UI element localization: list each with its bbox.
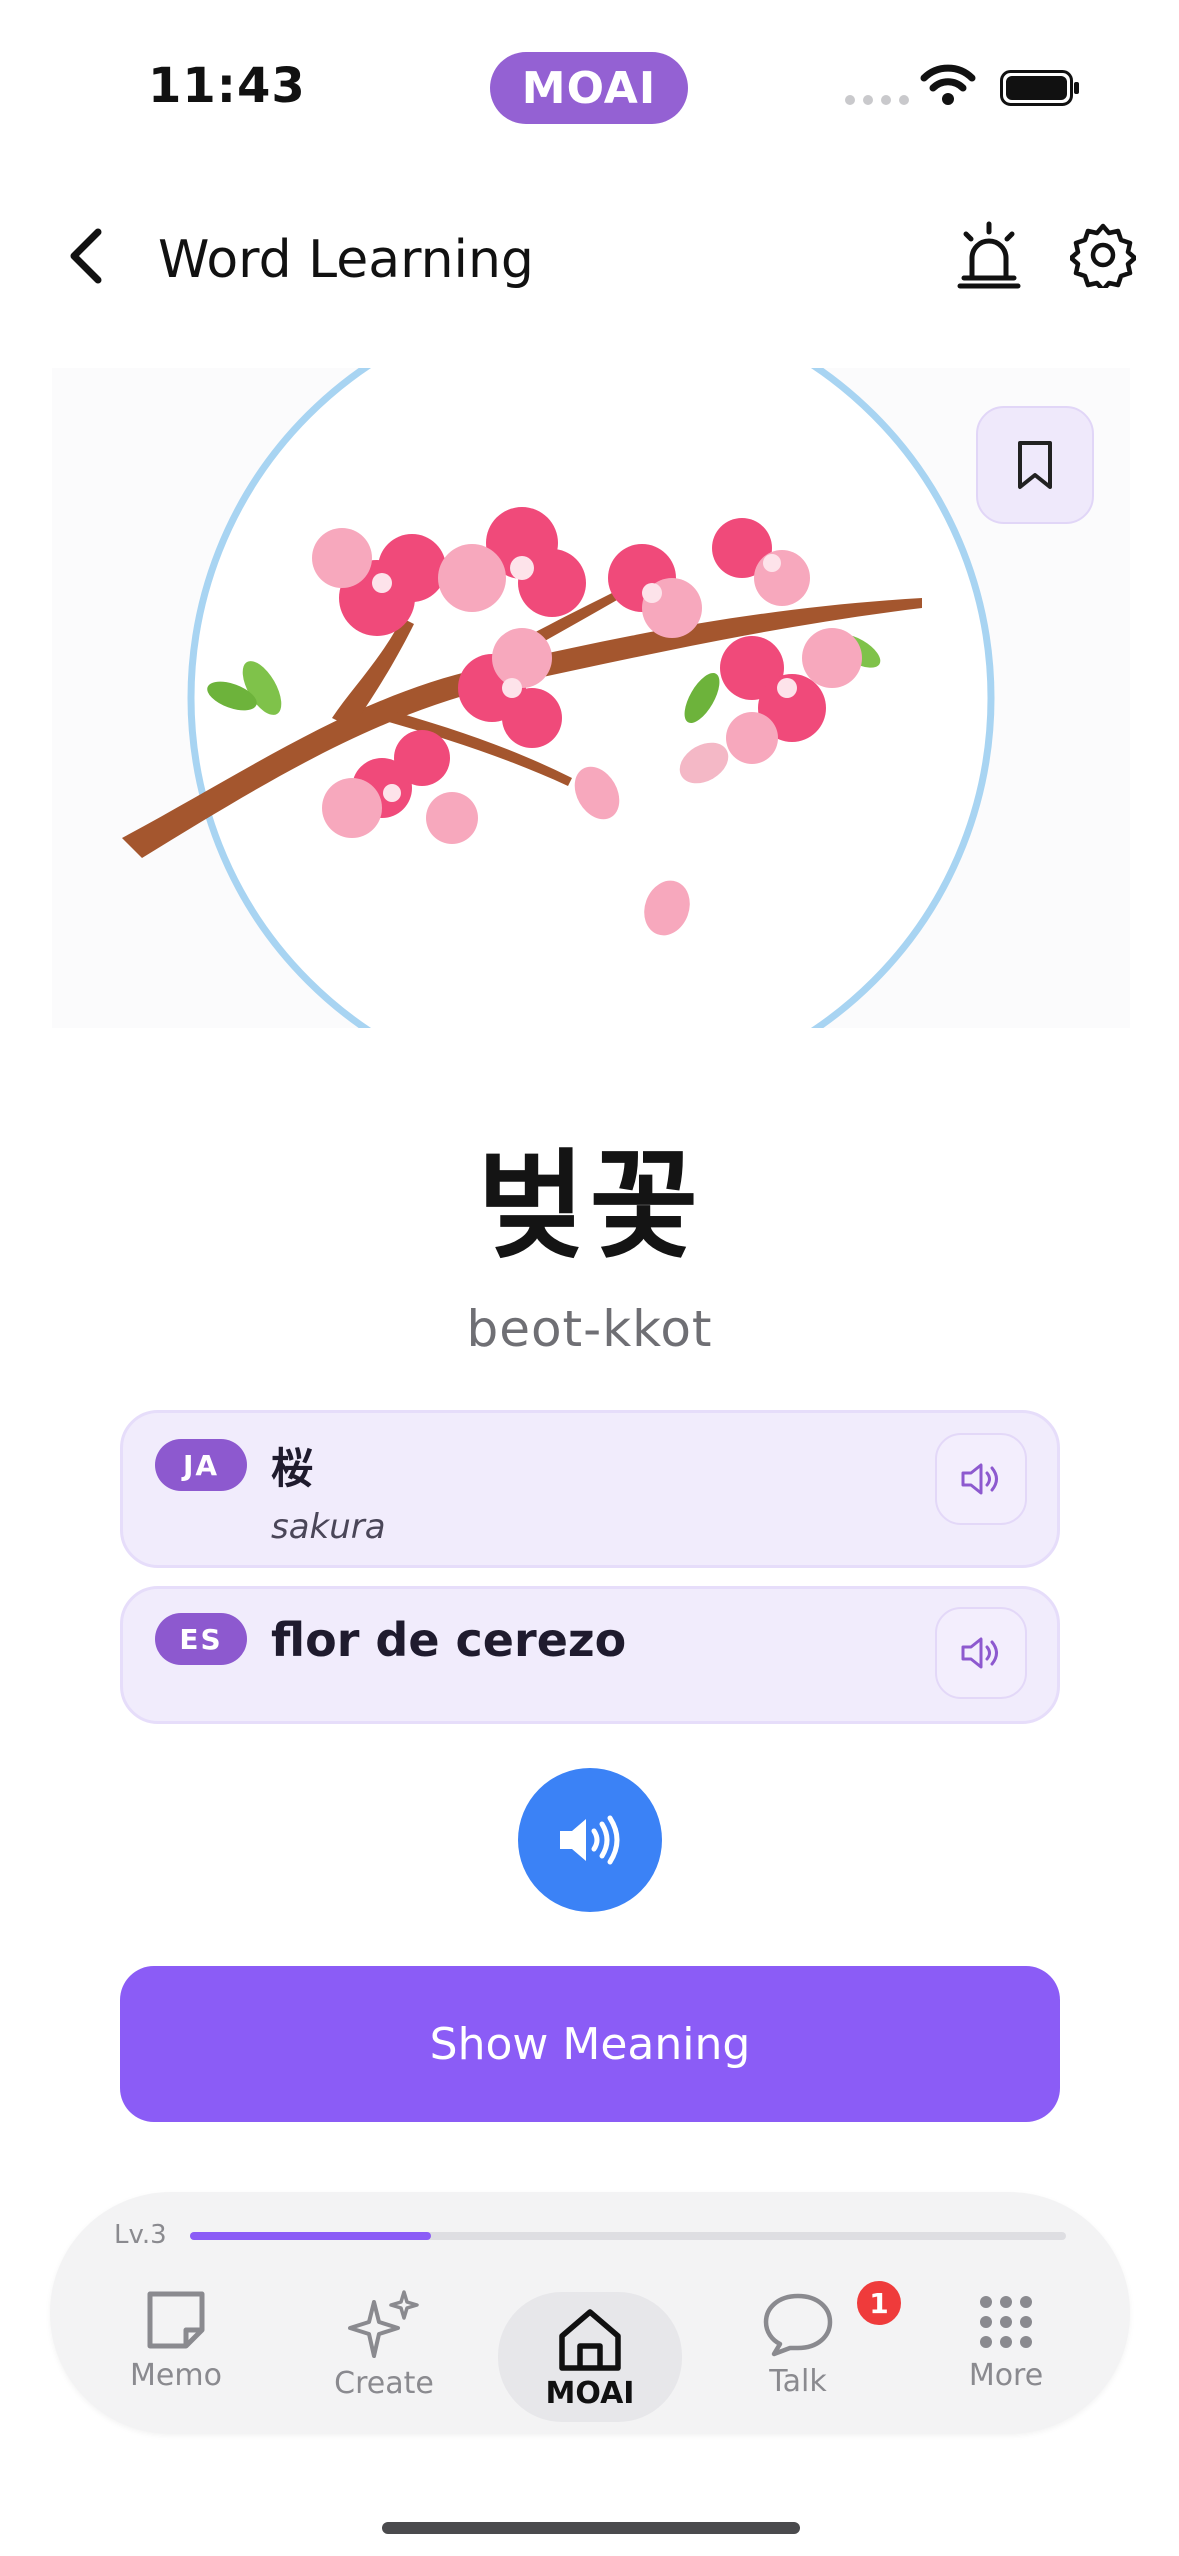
- nav-talk[interactable]: 1 Talk: [708, 2278, 904, 2416]
- level-label: Lv.3: [114, 2220, 167, 2250]
- app-pill: MOAI: [490, 52, 688, 124]
- nav-moai[interactable]: MOAI: [498, 2292, 682, 2422]
- lang-badge-es: ES: [155, 1613, 247, 1665]
- alarm-icon[interactable]: [956, 220, 1022, 290]
- nav-label-moai: MOAI: [545, 2376, 635, 2411]
- level-progress-bar: [190, 2232, 1066, 2240]
- nav-label-create: Create: [334, 2366, 434, 2401]
- translation-word-es: flor de cerezo: [271, 1613, 627, 1667]
- romanization: beot-kkot: [466, 1300, 713, 1358]
- chat-icon: [763, 2293, 833, 2357]
- notification-badge: 1: [854, 2278, 904, 2328]
- battery-icon: [1000, 70, 1079, 106]
- level-progress-fill: [190, 2232, 431, 2240]
- nav-label-memo: Memo: [130, 2358, 222, 2393]
- bookmark-button[interactable]: [976, 406, 1094, 524]
- home-icon: [559, 2309, 621, 2371]
- page-title: Word Learning: [158, 230, 534, 290]
- play-pronunciation-button[interactable]: [518, 1768, 662, 1912]
- wifi-icon: [920, 64, 976, 105]
- speaker-button-ja[interactable]: [935, 1433, 1027, 1525]
- nav-more[interactable]: More: [916, 2288, 1096, 2416]
- show-meaning-button[interactable]: Show Meaning: [120, 1966, 1060, 2122]
- translation-reading-ja: sakura: [271, 1507, 386, 1547]
- korean-word: 벚꽃: [476, 1137, 703, 1275]
- bookmark-icon: [1018, 441, 1052, 489]
- gear-icon[interactable]: [1070, 222, 1136, 288]
- speaker-icon: [961, 1463, 998, 1495]
- grid-icon: [980, 2296, 1032, 2348]
- back-chevron-icon[interactable]: [58, 224, 118, 288]
- speaker-wave-icon: [560, 1815, 620, 1865]
- lang-badge-ja: JA: [155, 1439, 247, 1491]
- speaker-button-es[interactable]: [935, 1607, 1027, 1699]
- nav-create[interactable]: Create: [294, 2288, 474, 2416]
- translation-word-ja: 桜: [271, 1444, 314, 1493]
- translation-card-es: ES flor de cerezo: [120, 1586, 1060, 1724]
- sparkle-icon: [348, 2290, 419, 2358]
- nav-memo[interactable]: Memo: [86, 2288, 266, 2416]
- nav-label-talk: Talk: [769, 2364, 827, 2399]
- nav-label-more: More: [968, 2358, 1044, 2393]
- speaker-icon: [961, 1637, 998, 1669]
- cellular-signal-icon: [845, 95, 909, 105]
- home-indicator: [382, 2522, 800, 2534]
- status-time: 11:43: [148, 58, 306, 114]
- cherry-blossom-illustration: [52, 368, 1130, 1028]
- memo-icon: [147, 2291, 205, 2349]
- translation-card-ja: JA 桜 sakura: [120, 1410, 1060, 1568]
